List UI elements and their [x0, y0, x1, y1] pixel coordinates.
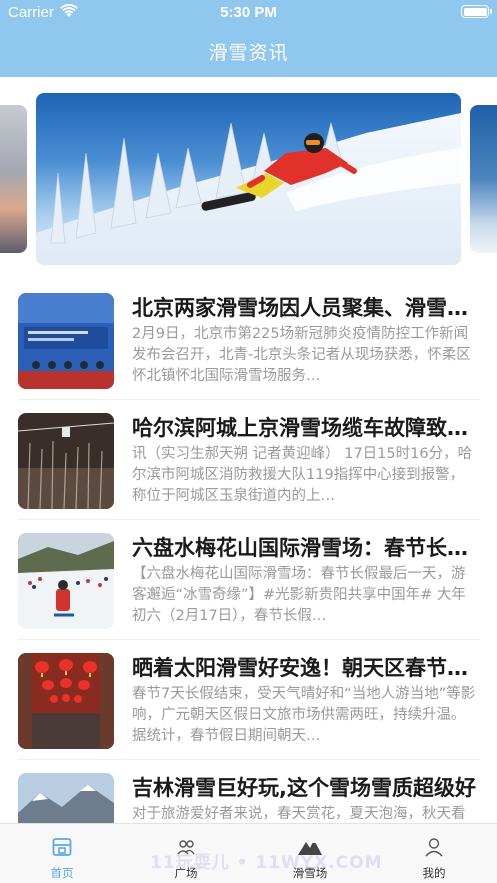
ski-lift-night-thumb [18, 413, 114, 509]
carousel-slide-prev[interactable] [0, 105, 27, 253]
tab-label: 滑雪场 [292, 868, 328, 880]
news-item[interactable]: 六盘水梅花山国际滑雪场：春节长假最后一天 【六盘水梅花山国际滑雪场：春节长假最后… [0, 520, 497, 640]
mountain-icon [298, 840, 322, 855]
tab-home[interactable]: 首页 [0, 824, 124, 883]
banner-carousel[interactable] [0, 93, 497, 265]
news-item[interactable]: 晒着太阳滑雪好安逸！朝天区春节假日文旅市场 春节7天长假结束，受天气晴好和“当地… [0, 640, 497, 760]
tab-label: 首页 [50, 868, 74, 880]
news-title: 晒着太阳滑雪好安逸！朝天区春节假日文旅市场 [132, 656, 478, 680]
tab-label: 我的 [422, 868, 446, 880]
news-desc: 2月9日，北京市第225场新冠肺炎疫情防控工作新闻发布会召开，北青-北京头条记者… [132, 326, 471, 384]
red-lanterns-thumb [18, 653, 114, 749]
snowboarder-image [36, 113, 461, 265]
news-desc: 春节7天长假结束，受天气晴好和“当地人游当地”等影响，广元朝天区假日文旅市场供需… [132, 686, 476, 744]
press-conference-thumb [18, 293, 114, 389]
news-desc: 讯（实习生郝天朔 记者黄迎峰） 17日15时16分，哈尔滨市阿城区消防救援大队1… [132, 446, 473, 504]
tab-bar: 首页 广场 滑雪场 我的 11玩耍儿 • 11WYX.COM [0, 823, 497, 883]
status-bar: Carrier 5:30 PM [0, 0, 497, 24]
tab-label: 广场 [174, 868, 198, 880]
home-icon [52, 838, 72, 856]
news-item[interactable]: 北京两家滑雪场因人员聚集、滑雪场暂停营业 2月9日，北京市第225场新冠肺炎疫情… [0, 280, 497, 400]
user-icon [425, 838, 443, 857]
tab-ski-resort[interactable]: 滑雪场 [248, 824, 372, 883]
news-item[interactable]: 哈尔滨阿城上京滑雪场缆车故障致游客被困 讯（实习生郝天朔 记者黄迎峰） 17日1… [0, 400, 497, 520]
news-title: 哈尔滨阿城上京滑雪场缆车故障致游客被困 [132, 416, 478, 440]
battery-icon [461, 5, 492, 18]
tab-mine[interactable]: 我的 [372, 824, 496, 883]
news-desc: 【六盘水梅花山国际滑雪场：春节长假最后一天，游客邂逅“冰雪奇缘”】#光影新贵阳共… [132, 566, 466, 624]
carousel-slide-next[interactable] [470, 105, 497, 253]
tab-square[interactable]: 广场 [124, 824, 248, 883]
page-title: 滑雪资讯 [208, 42, 289, 64]
ski-resort-crowd-thumb [18, 533, 114, 629]
people-icon [177, 840, 195, 855]
news-title: 吉林滑雪巨好玩,这个雪场雪质超级好 [132, 776, 476, 800]
header: Carrier 5:30 PM 滑雪资讯 [0, 0, 497, 77]
status-time: 5:30 PM [220, 4, 277, 21]
news-title: 六盘水梅花山国际滑雪场：春节长假最后一天 [132, 536, 478, 560]
carousel-slide-current[interactable] [36, 93, 461, 265]
news-title: 北京两家滑雪场因人员聚集、滑雪场暂停营业 [132, 296, 478, 320]
